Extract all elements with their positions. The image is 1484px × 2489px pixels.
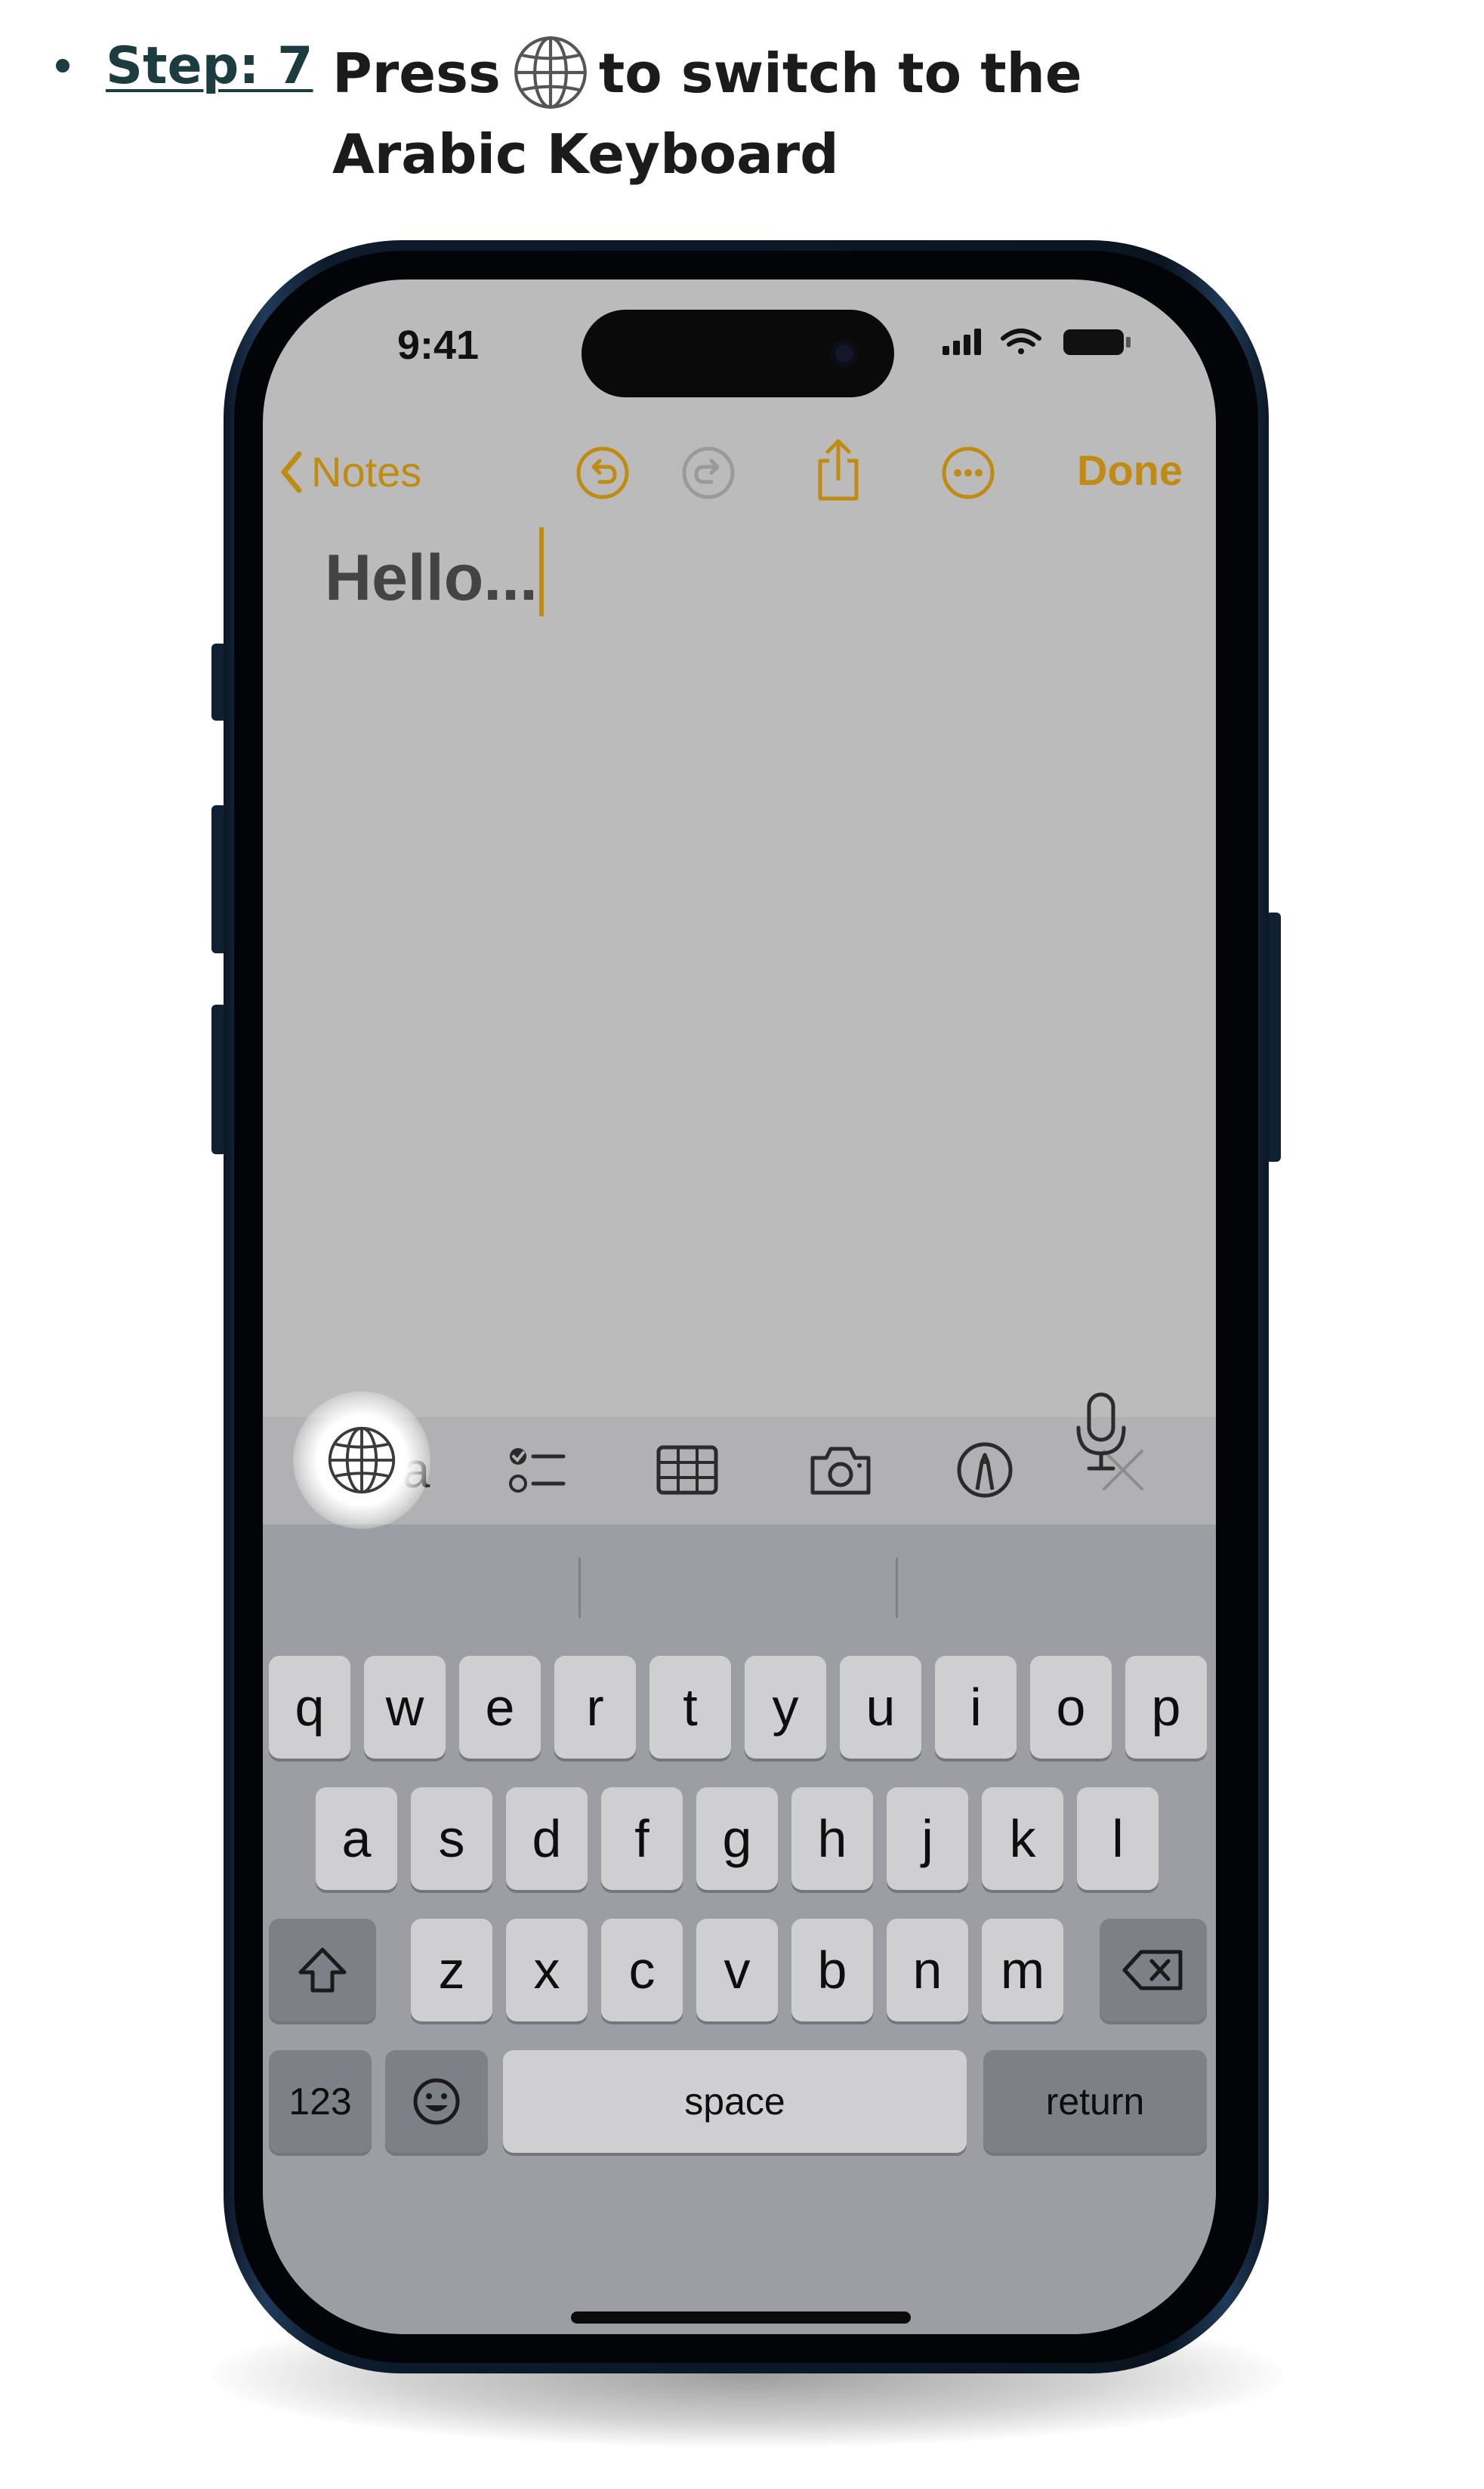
phone-screen: 9:41 Notes Done Hello... q w e r t y u i… <box>263 279 1216 2334</box>
notes-toolbar: Notes Done <box>263 423 1216 521</box>
markup-pen-icon[interactable] <box>955 1440 1015 1500</box>
key-y[interactable]: y <box>745 1656 826 1759</box>
emoji-key[interactable] <box>385 2050 488 2153</box>
note-title-text: Hello... <box>325 542 538 614</box>
key-q[interactable]: q <box>269 1656 350 1759</box>
key-u[interactable]: u <box>840 1656 921 1759</box>
suggestion-divider <box>578 1558 581 1618</box>
key-j[interactable]: j <box>887 1787 968 1890</box>
status-time: 9:41 <box>397 323 480 368</box>
key-k[interactable]: k <box>982 1787 1063 1890</box>
keyboard: q w e r t y u i o p a s d f g h j k l z … <box>263 1524 1216 2334</box>
key-h[interactable]: h <box>791 1787 873 1890</box>
battery-icon <box>1063 329 1131 355</box>
cellular-signal-icon <box>943 329 981 355</box>
key-w[interactable]: w <box>364 1656 446 1759</box>
key-i[interactable]: i <box>935 1656 1017 1759</box>
suggestion-divider <box>896 1558 898 1618</box>
globe-icon <box>328 1426 396 1494</box>
key-c[interactable]: c <box>601 1919 683 2021</box>
key-z[interactable]: z <box>411 1919 492 2021</box>
key-s[interactable]: s <box>411 1787 492 1890</box>
step-text-rest: to switch to the <box>598 42 1082 105</box>
key-e[interactable]: e <box>459 1656 541 1759</box>
note-text-area[interactable]: Hello... <box>325 527 544 616</box>
undo-icon[interactable] <box>574 444 631 502</box>
status-icons <box>943 329 1131 355</box>
key-l[interactable]: l <box>1077 1787 1159 1890</box>
done-button[interactable]: Done <box>1077 446 1183 495</box>
more-options-icon[interactable] <box>939 444 997 502</box>
key-b[interactable]: b <box>791 1919 873 2021</box>
microphone-icon[interactable] <box>1071 1390 1131 1473</box>
key-o[interactable]: o <box>1030 1656 1112 1759</box>
key-r[interactable]: r <box>554 1656 636 1759</box>
key-g[interactable]: g <box>696 1787 778 1890</box>
key-n[interactable]: n <box>887 1919 968 2021</box>
notes-back-button[interactable]: Notes <box>278 447 421 496</box>
chevron-left-icon <box>281 451 302 493</box>
key-m[interactable]: m <box>982 1919 1063 2021</box>
backspace-icon <box>1122 1950 1183 1990</box>
step-text-press: Press <box>332 42 501 105</box>
text-cursor <box>538 527 544 616</box>
key-x[interactable]: x <box>506 1919 588 2021</box>
step-instruction-line-1: Press to switch to the <box>332 33 1082 112</box>
return-key[interactable]: return <box>983 2050 1207 2153</box>
home-indicator[interactable] <box>571 2311 911 2324</box>
shift-icon <box>298 1947 347 1993</box>
front-camera <box>831 340 858 367</box>
key-f[interactable]: f <box>601 1787 683 1890</box>
emoji-icon <box>413 2078 460 2125</box>
wifi-icon <box>1001 329 1041 354</box>
key-d[interactable]: d <box>506 1787 588 1890</box>
list-bullet <box>56 59 69 73</box>
shift-key[interactable] <box>269 1919 376 2021</box>
globe-key[interactable] <box>293 1391 430 1529</box>
key-a[interactable]: a <box>316 1787 397 1890</box>
key-t[interactable]: t <box>649 1656 731 1759</box>
space-key[interactable]: space <box>503 2050 967 2153</box>
numbers-key[interactable]: 123 <box>269 2050 372 2153</box>
dynamic-island <box>582 310 894 397</box>
step-link[interactable]: Step: 7 <box>106 36 313 96</box>
camera-icon[interactable] <box>807 1440 875 1500</box>
checklist-icon[interactable] <box>506 1440 566 1500</box>
step-instruction-line-2: Arabic Keyboard <box>332 122 839 186</box>
globe-icon <box>511 33 590 112</box>
table-icon[interactable] <box>656 1440 719 1500</box>
notes-back-label: Notes <box>311 448 422 496</box>
key-p[interactable]: p <box>1125 1656 1207 1759</box>
share-icon[interactable] <box>810 435 867 505</box>
delete-key[interactable] <box>1100 1919 1207 2021</box>
key-v[interactable]: v <box>696 1919 778 2021</box>
redo-icon[interactable] <box>680 444 737 502</box>
